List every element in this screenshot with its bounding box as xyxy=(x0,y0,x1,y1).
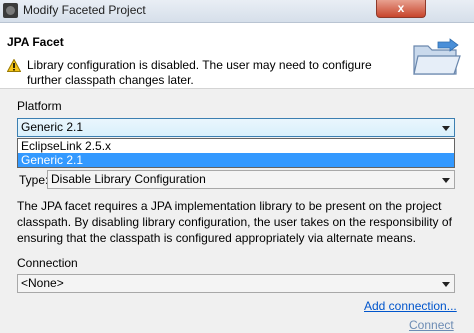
platform-option-eclipselink[interactable]: EclipseLink 2.5.x xyxy=(18,139,454,153)
folder-icon xyxy=(413,38,461,75)
chevron-down-icon[interactable] xyxy=(442,126,450,131)
warning-icon xyxy=(7,59,21,72)
platform-options-list: EclipseLink 2.5.x Generic 2.1 xyxy=(17,138,455,168)
add-connection-link[interactable]: Add connection... xyxy=(364,299,457,313)
eclipse-icon xyxy=(3,3,18,18)
header-panel: JPA Facet Library configuration is disab… xyxy=(0,23,474,89)
connect-link[interactable]: Connect xyxy=(409,318,454,332)
platform-option-generic[interactable]: Generic 2.1 xyxy=(18,153,454,167)
chevron-down-icon[interactable] xyxy=(442,282,450,287)
window-title: Modify Faceted Project xyxy=(23,3,146,17)
connection-selected-value: <None> xyxy=(21,276,64,290)
platform-dropdown[interactable]: Generic 2.1 xyxy=(17,118,455,137)
library-type-dropdown[interactable]: Disable Library Configuration xyxy=(47,170,455,189)
chevron-down-icon[interactable] xyxy=(442,178,450,183)
page-title: JPA Facet xyxy=(7,35,64,49)
platform-selected-value: Generic 2.1 xyxy=(21,120,84,134)
title-bar: Modify Faceted Project x xyxy=(0,0,474,23)
library-type-value: Disable Library Configuration xyxy=(51,172,206,186)
library-description: The JPA facet requires a JPA implementat… xyxy=(17,199,452,245)
warning-message: Library configuration is disabled. The u… xyxy=(27,58,372,87)
close-button[interactable]: x xyxy=(376,0,426,18)
connection-label: Connection xyxy=(17,256,78,270)
connection-dropdown[interactable]: <None> xyxy=(17,274,455,293)
platform-label: Platform xyxy=(17,99,62,113)
library-type-label: Type: xyxy=(19,173,49,187)
